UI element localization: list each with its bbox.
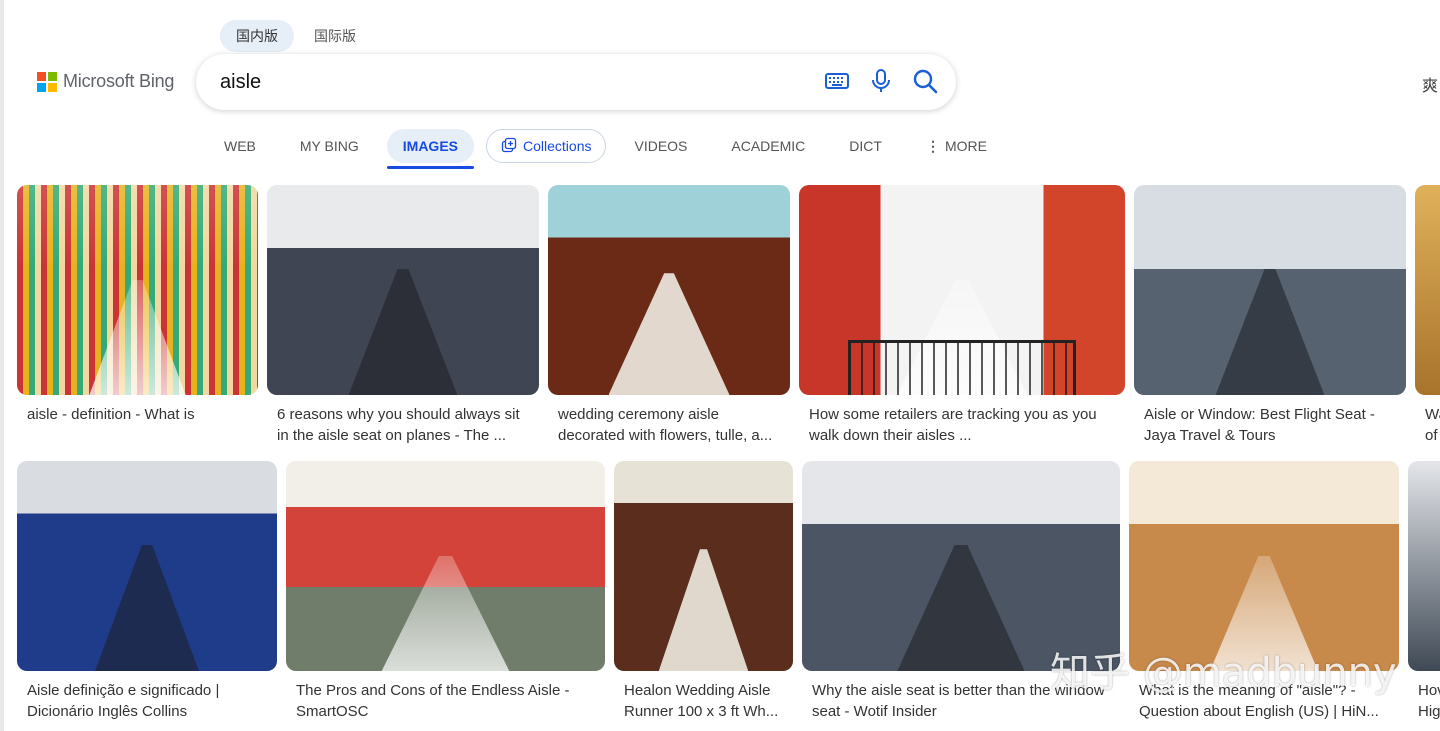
- tab-label: MORE: [944, 138, 987, 154]
- tab-images[interactable]: IMAGES: [386, 129, 475, 169]
- tab-label: IMAGES: [402, 138, 458, 154]
- result-caption[interactable]: Aisle or Window: Best Flight Seat - Jaya …: [1144, 404, 1410, 446]
- result-caption[interactable]: wedding ceremony aisle decorated with flo…: [558, 404, 794, 446]
- result-caption[interactable]: The Pros and Cons of the Endless Aisle -…: [296, 680, 609, 722]
- region-toggle: 国内版 国际版: [220, 20, 372, 52]
- watermark: 知乎 @madbunny: [1050, 650, 1397, 696]
- image-result[interactable]: Aisle definição e significado | Dicionári…: [17, 461, 281, 726]
- collections-icon: [501, 137, 517, 156]
- image-result[interactable]: Waof: [1415, 185, 1440, 447]
- tab-label: MY BING: [299, 138, 359, 154]
- result-caption[interactable]: Aisle definição e significado | Dicionári…: [27, 680, 281, 722]
- top-right-text[interactable]: 爽: [1422, 72, 1438, 96]
- image-result[interactable]: HovHig: [1408, 461, 1440, 726]
- page-frame: 国内版 国际版 Microsoft Bing 爽 WEB MY BING IM: [0, 0, 1440, 731]
- tab-academic[interactable]: ACADEMIC: [715, 129, 821, 163]
- image-result[interactable]: Healon Wedding Aisle Runner 100 x 3 ft Wh…: [614, 461, 797, 726]
- result-caption[interactable]: aisle - definition - What is: [27, 404, 262, 425]
- result-thumbnail[interactable]: [1415, 185, 1440, 395]
- tab-label: VIDEOS: [634, 138, 688, 154]
- result-caption[interactable]: 6 reasons why you should always sit in th…: [277, 404, 543, 446]
- tab-videos[interactable]: VIDEOS: [618, 129, 703, 163]
- result-thumbnail[interactable]: [1408, 461, 1440, 671]
- image-result[interactable]: Aisle or Window: Best Flight Seat - Jaya …: [1134, 185, 1410, 447]
- tab-label: WEB: [224, 138, 256, 154]
- logo-text: Microsoft Bing: [63, 71, 175, 91]
- image-result[interactable]: 6 reasons why you should always sit in th…: [267, 185, 543, 447]
- vertical-tabs: WEB MY BING IMAGES Collections VIDEOS AC…: [208, 126, 1015, 169]
- microsoft-logo-icon: [37, 71, 57, 92]
- result-thumbnail[interactable]: [799, 185, 1125, 395]
- image-result[interactable]: aisle - definition - What is: [17, 185, 262, 447]
- search-icon[interactable]: [912, 68, 938, 94]
- image-result[interactable]: wedding ceremony aisle decorated with flo…: [548, 185, 794, 447]
- tab-more[interactable]: ⋮ MORE: [910, 129, 1003, 163]
- image-result[interactable]: The Pros and Cons of the Endless Aisle -…: [286, 461, 609, 726]
- result-thumbnail[interactable]: [17, 461, 277, 671]
- search-box: [196, 54, 956, 110]
- result-thumbnail[interactable]: [548, 185, 790, 395]
- search-icons: [824, 68, 938, 94]
- result-caption[interactable]: HovHig: [1418, 680, 1440, 722]
- microphone-icon[interactable]: [870, 68, 892, 94]
- tab-dict[interactable]: DICT: [833, 129, 898, 163]
- tab-label: Collections: [523, 138, 592, 154]
- region-international-button[interactable]: 国际版: [298, 20, 372, 52]
- tab-collections[interactable]: Collections: [486, 129, 607, 163]
- result-caption[interactable]: Healon Wedding Aisle Runner 100 x 3 ft Wh…: [624, 680, 797, 722]
- tab-web[interactable]: WEB: [208, 129, 272, 163]
- result-thumbnail[interactable]: [614, 461, 793, 671]
- result-thumbnail[interactable]: [17, 185, 258, 395]
- tab-label: DICT: [849, 138, 882, 154]
- region-domestic-button[interactable]: 国内版: [220, 20, 294, 52]
- result-thumbnail[interactable]: [1134, 185, 1406, 395]
- result-caption[interactable]: How some retailers are tracking you as y…: [809, 404, 1129, 446]
- image-result[interactable]: How some retailers are tracking you as y…: [799, 185, 1129, 447]
- bing-logo[interactable]: Microsoft Bing: [37, 71, 174, 92]
- search-input[interactable]: [220, 70, 800, 94]
- tab-label: ACADEMIC: [731, 138, 806, 154]
- keyboard-icon[interactable]: [824, 68, 850, 94]
- result-caption[interactable]: Waof: [1425, 404, 1440, 446]
- tab-my-bing[interactable]: MY BING: [284, 129, 375, 163]
- shopping-cart-graphic: [847, 340, 1077, 395]
- result-thumbnail[interactable]: [267, 185, 539, 395]
- more-dots-icon: ⋮: [925, 137, 940, 154]
- result-thumbnail[interactable]: [286, 461, 605, 671]
